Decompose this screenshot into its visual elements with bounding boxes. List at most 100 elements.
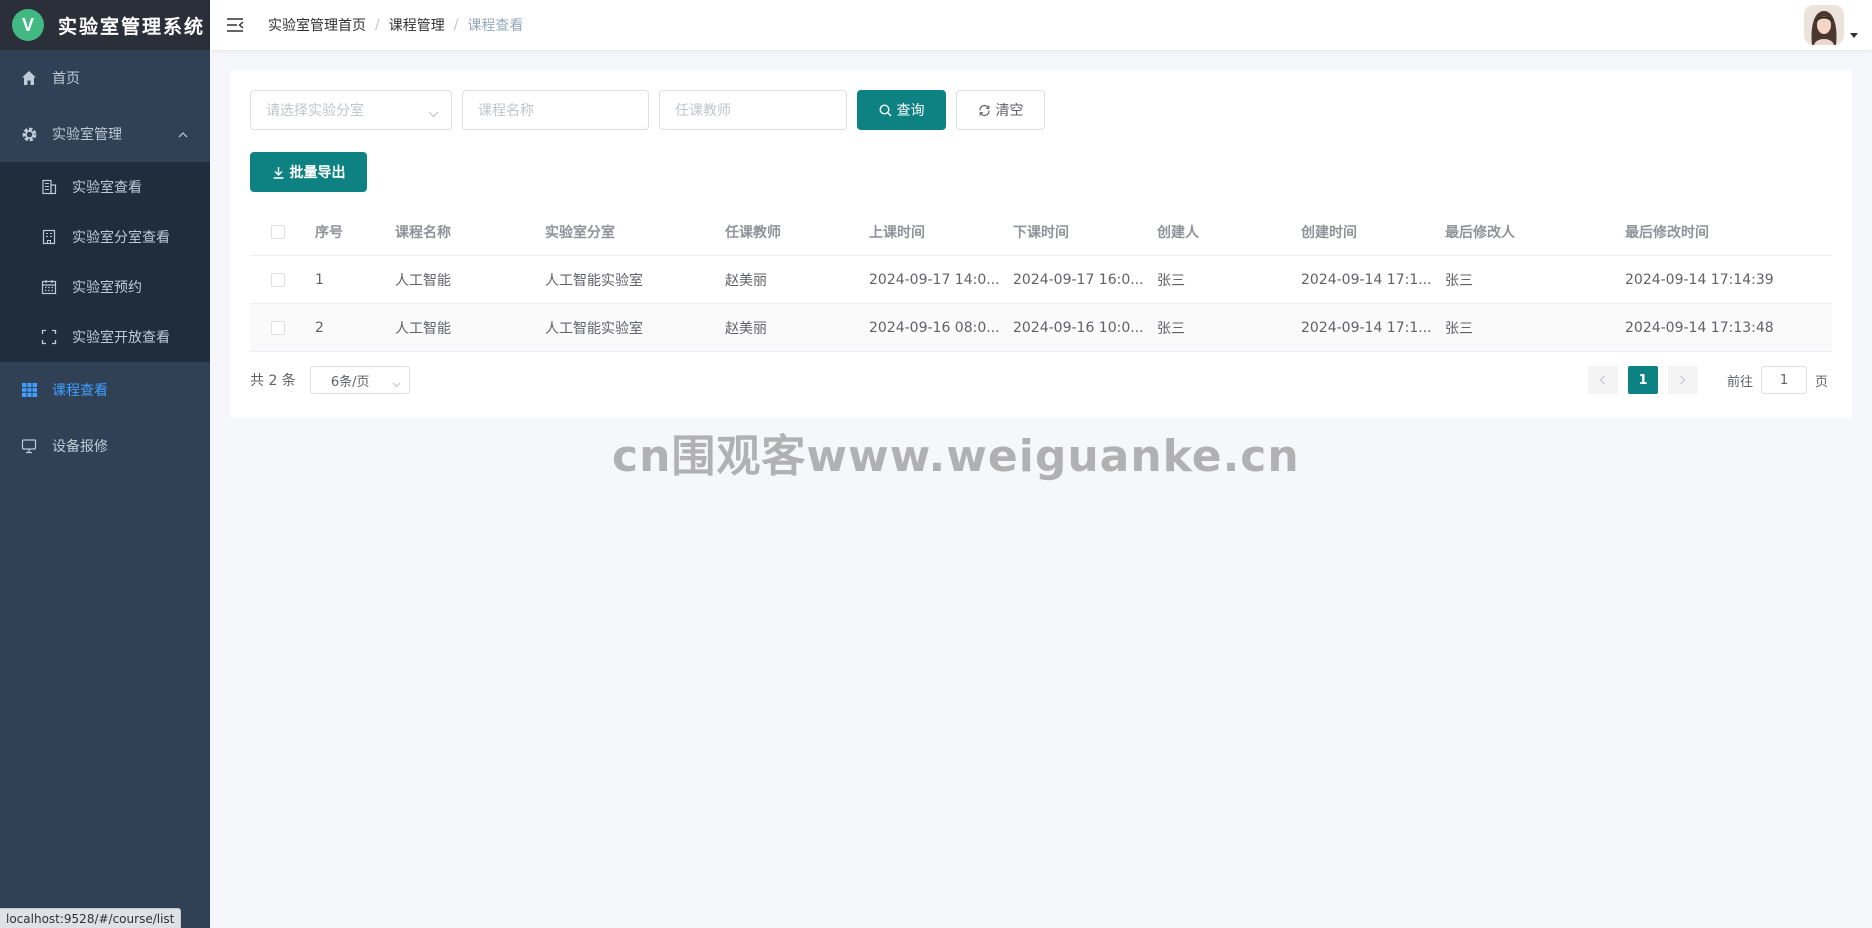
navbar: 实验室管理首页 / 课程管理 / 课程查看: [210, 0, 1872, 50]
table-row[interactable]: 2 人工智能 人工智能实验室 赵美丽 2024-09-16 08:0... 20…: [250, 304, 1832, 352]
cell-end-time: 2024-09-17 16:0...: [1013, 271, 1144, 288]
header-last-modifier: 最后修改人: [1445, 224, 1515, 241]
breadcrumb-separator: /: [375, 17, 380, 33]
logo-icon: V: [12, 9, 44, 41]
building-icon: [40, 178, 58, 196]
batch-export-button[interactable]: 批量导出: [250, 152, 367, 192]
chevron-left-icon: [1600, 375, 1606, 385]
avatar[interactable]: [1804, 5, 1844, 45]
cell-start-time: 2024-09-16 08:0...: [869, 319, 1000, 336]
header-last-modified-time: 最后修改时间: [1625, 224, 1709, 241]
jumper-prefix: 前往: [1726, 374, 1753, 390]
header-course-name: 课程名称: [395, 224, 451, 241]
next-page-button[interactable]: [1667, 366, 1698, 394]
sidebar-item-label: 课程查看: [52, 383, 108, 399]
caret-down-icon: [1850, 27, 1858, 43]
prev-page-button[interactable]: [1587, 366, 1618, 394]
user-menu[interactable]: [1804, 5, 1858, 45]
sidebar-item-lab-reservation[interactable]: 实验室预约: [0, 262, 210, 312]
download-icon: [273, 166, 283, 179]
breadcrumb-course-management[interactable]: 课程管理: [389, 15, 445, 35]
cell-teacher: 赵美丽: [725, 320, 767, 337]
gear-icon: [20, 125, 38, 143]
search-icon: [878, 103, 891, 116]
table-header-row: 序号 课程名称 实验室分室 任课教师 上课时间 下课时间 创建人 创建时间 最后…: [250, 208, 1832, 256]
clear-button[interactable]: 清空: [956, 90, 1045, 130]
cell-index: 1: [315, 271, 324, 288]
pagination-summary: 共 2 条 6条/页: [250, 366, 410, 394]
page-size-value: 6条/页: [330, 374, 370, 390]
table-row[interactable]: 1 人工智能 人工智能实验室 赵美丽 2024-09-17 14:0... 20…: [250, 256, 1832, 304]
course-name-placeholder: 课程名称: [478, 103, 534, 119]
breadcrumb-current: 课程查看: [467, 18, 524, 34]
grid-icon: [20, 381, 38, 399]
sidebar-item-lab-branch-view[interactable]: 实验室分室查看: [0, 212, 210, 262]
course-name-input[interactable]: 课程名称: [462, 90, 649, 130]
sidebar-item-lab-management[interactable]: 实验室管理: [0, 106, 210, 162]
sidebar-item-label: 首页: [52, 71, 80, 87]
row-checkbox[interactable]: [270, 272, 285, 287]
header-start-time: 上课时间: [869, 224, 925, 241]
logo[interactable]: V 实验室管理系统: [0, 0, 210, 50]
cell-last-modified-time: 2024-09-14 17:13:48: [1625, 319, 1774, 336]
search-button[interactable]: 查询: [857, 90, 946, 130]
row-checkbox[interactable]: [270, 320, 285, 335]
page-jumper: 前往 1 页: [1727, 366, 1828, 394]
fullscreen-icon: [40, 328, 58, 346]
breadcrumb-separator: /: [453, 17, 459, 33]
teacher-input[interactable]: 任课教师: [659, 90, 847, 130]
page-number-current[interactable]: 1: [1627, 366, 1658, 394]
content-card: 请选择实验分室 课程名称 任课教师 查询 清空 批量导出 序号 课程名称 实验室…: [230, 70, 1852, 418]
home-icon: [20, 69, 38, 87]
header-index: 序号: [315, 224, 343, 241]
filter-bar: 请选择实验分室 课程名称 任课教师 查询 清空: [250, 90, 1045, 130]
chevron-down-icon: [428, 106, 439, 122]
submenu-lab-management: 实验室查看 实验室分室查看 实验室预约 实验室开放查看: [0, 162, 210, 362]
cell-index: 2: [315, 319, 324, 336]
header-teacher: 任课教师: [725, 224, 781, 241]
sidebar: V 实验室管理系统 首页 实验室管理 实验室查看 实验室分室查看 实验室预约 实…: [0, 0, 210, 928]
select-all-cell: [250, 224, 305, 239]
jumper-suffix: 页: [1814, 374, 1828, 390]
branch-select-placeholder: 请选择实验分室: [266, 103, 364, 119]
monitor-icon: [20, 437, 38, 455]
breadcrumb-home[interactable]: 实验室管理首页: [268, 15, 366, 35]
chevron-up-icon: [178, 128, 188, 144]
sidebar-item-label: 实验室分室查看: [72, 230, 170, 246]
header-lab-branch: 实验室分室: [545, 224, 615, 241]
cell-lab-branch: 人工智能实验室: [545, 272, 643, 289]
header-creator: 创建人: [1157, 224, 1199, 241]
course-table: 序号 课程名称 实验室分室 任课教师 上课时间 下课时间 创建人 创建时间 最后…: [250, 208, 1832, 352]
sidebar-item-lab-open-view[interactable]: 实验室开放查看: [0, 312, 210, 362]
select-all-checkbox[interactable]: [270, 224, 285, 239]
chevron-right-icon: [1680, 375, 1686, 385]
chevron-down-icon: [392, 377, 401, 392]
row-select-cell: [250, 320, 305, 335]
sidebar-item-label: 实验室预约: [72, 280, 142, 296]
sidebar-item-label: 实验室查看: [72, 180, 142, 196]
pagination-total: 共 2 条: [250, 373, 296, 389]
branch-select[interactable]: 请选择实验分室: [250, 90, 452, 130]
sidebar-item-equipment-repair[interactable]: 设备报修: [0, 418, 210, 474]
clear-button-label: 清空: [995, 103, 1024, 119]
batch-export-label: 批量导出: [289, 165, 346, 181]
page-jump-input[interactable]: 1: [1760, 366, 1807, 394]
refresh-icon: [978, 104, 990, 116]
hamburger-icon[interactable]: [210, 0, 260, 50]
sidebar-item-home[interactable]: 首页: [0, 50, 210, 106]
office-icon: [40, 228, 58, 246]
sidebar-item-course-view[interactable]: 课程查看: [0, 362, 210, 418]
page-size-select[interactable]: 6条/页: [309, 366, 410, 394]
cell-course-name: 人工智能: [395, 272, 451, 289]
cell-last-modified-time: 2024-09-14 17:14:39: [1625, 271, 1774, 288]
pagination: 1 前往 1 页: [1583, 366, 1828, 394]
sidebar-item-lab-view[interactable]: 实验室查看: [0, 162, 210, 212]
status-bar-url: localhost:9528/#/course/list: [0, 908, 182, 928]
cell-teacher: 赵美丽: [725, 272, 767, 289]
cell-start-time: 2024-09-17 14:0...: [869, 271, 1000, 288]
cell-creator: 张三: [1157, 272, 1185, 289]
header-end-time: 下课时间: [1013, 224, 1069, 241]
row-select-cell: [250, 272, 305, 287]
calendar-icon: [40, 278, 58, 296]
teacher-placeholder: 任课教师: [675, 103, 731, 119]
